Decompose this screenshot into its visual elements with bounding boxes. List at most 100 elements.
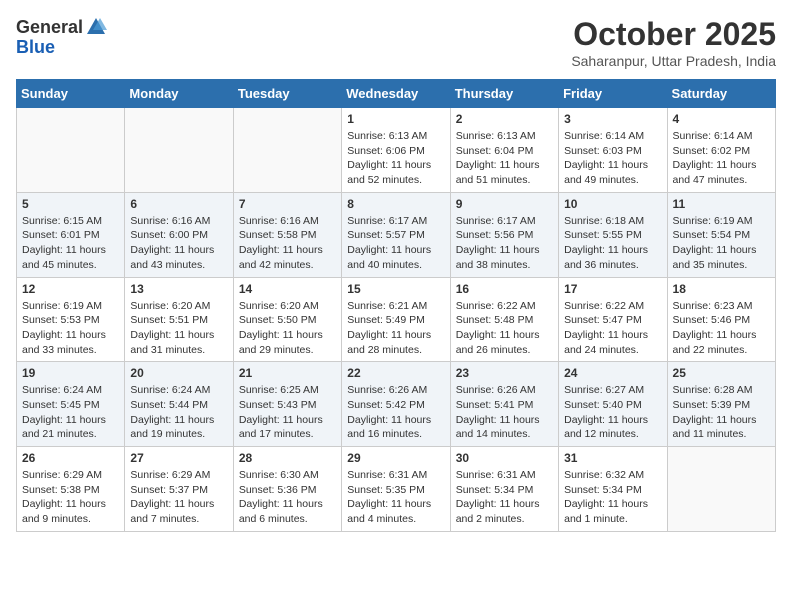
day-number: 14 bbox=[239, 282, 336, 296]
logo-text-blue: Blue bbox=[16, 37, 55, 57]
day-number: 23 bbox=[456, 366, 553, 380]
calendar-table: SundayMondayTuesdayWednesdayThursdayFrid… bbox=[16, 79, 776, 532]
day-info: Sunrise: 6:30 AMSunset: 5:36 PMDaylight:… bbox=[239, 468, 336, 527]
calendar-cell: 2 Sunrise: 6:13 AMSunset: 6:04 PMDaylight… bbox=[450, 108, 558, 193]
weekday-header-sunday: Sunday bbox=[17, 80, 125, 108]
calendar-cell bbox=[17, 108, 125, 193]
day-info: Sunrise: 6:27 AMSunset: 5:40 PMDaylight:… bbox=[564, 383, 661, 442]
calendar-cell: 9 Sunrise: 6:17 AMSunset: 5:56 PMDaylight… bbox=[450, 192, 558, 277]
weekday-header-saturday: Saturday bbox=[667, 80, 775, 108]
day-info: Sunrise: 6:18 AMSunset: 5:55 PMDaylight:… bbox=[564, 214, 661, 273]
weekday-header-row: SundayMondayTuesdayWednesdayThursdayFrid… bbox=[17, 80, 776, 108]
day-number: 21 bbox=[239, 366, 336, 380]
day-info: Sunrise: 6:16 AMSunset: 5:58 PMDaylight:… bbox=[239, 214, 336, 273]
calendar-week-row: 1 Sunrise: 6:13 AMSunset: 6:06 PMDaylight… bbox=[17, 108, 776, 193]
calendar-cell: 14 Sunrise: 6:20 AMSunset: 5:50 PMDayligh… bbox=[233, 277, 341, 362]
calendar-cell: 29Sunrise: 6:31 AMSunset: 5:35 PMDayligh… bbox=[342, 447, 450, 532]
day-number: 20 bbox=[130, 366, 227, 380]
day-number: 24 bbox=[564, 366, 661, 380]
calendar-cell: 31Sunrise: 6:32 AMSunset: 5:34 PMDayligh… bbox=[559, 447, 667, 532]
day-info: Sunrise: 6:17 AMSunset: 5:56 PMDaylight:… bbox=[456, 214, 553, 273]
month-title: October 2025 bbox=[571, 16, 776, 53]
calendar-cell: 18 Sunrise: 6:23 AMSunset: 5:46 PMDayligh… bbox=[667, 277, 775, 362]
day-number: 12 bbox=[22, 282, 119, 296]
location-subtitle: Saharanpur, Uttar Pradesh, India bbox=[571, 53, 776, 69]
calendar-cell bbox=[233, 108, 341, 193]
calendar-week-row: 19Sunrise: 6:24 AMSunset: 5:45 PMDayligh… bbox=[17, 362, 776, 447]
calendar-cell: 25 Sunrise: 6:28 AMSunset: 5:39 PMDayligh… bbox=[667, 362, 775, 447]
day-number: 13 bbox=[130, 282, 227, 296]
day-number: 7 bbox=[239, 197, 336, 211]
day-info: Sunrise: 6:21 AMSunset: 5:49 PMDaylight:… bbox=[347, 299, 444, 358]
day-number: 3 bbox=[564, 112, 661, 126]
calendar-cell: 28 Sunrise: 6:30 AMSunset: 5:36 PMDayligh… bbox=[233, 447, 341, 532]
day-info: Sunrise: 6:24 AMSunset: 5:44 PMDaylight:… bbox=[130, 383, 227, 442]
day-info: Sunrise: 6:22 AMSunset: 5:48 PMDaylight:… bbox=[456, 299, 553, 358]
calendar-cell: 30 Sunrise: 6:31 AMSunset: 5:34 PMDayligh… bbox=[450, 447, 558, 532]
day-info: Sunrise: 6:26 AMSunset: 5:41 PMDaylight:… bbox=[456, 383, 553, 442]
day-number: 31 bbox=[564, 451, 661, 465]
day-number: 2 bbox=[456, 112, 553, 126]
day-number: 30 bbox=[456, 451, 553, 465]
day-number: 29 bbox=[347, 451, 444, 465]
day-number: 8 bbox=[347, 197, 444, 211]
calendar-cell: 1 Sunrise: 6:13 AMSunset: 6:06 PMDaylight… bbox=[342, 108, 450, 193]
day-info: Sunrise: 6:17 AMSunset: 5:57 PMDaylight:… bbox=[347, 214, 444, 273]
weekday-header-monday: Monday bbox=[125, 80, 233, 108]
calendar-cell bbox=[125, 108, 233, 193]
day-info: Sunrise: 6:14 AMSunset: 6:03 PMDaylight:… bbox=[564, 129, 661, 188]
weekday-header-wednesday: Wednesday bbox=[342, 80, 450, 108]
calendar-cell: 27Sunrise: 6:29 AMSunset: 5:37 PMDayligh… bbox=[125, 447, 233, 532]
day-number: 22 bbox=[347, 366, 444, 380]
calendar-cell: 11Sunrise: 6:19 AMSunset: 5:54 PMDayligh… bbox=[667, 192, 775, 277]
weekday-header-thursday: Thursday bbox=[450, 80, 558, 108]
day-number: 25 bbox=[673, 366, 770, 380]
calendar-cell: 26 Sunrise: 6:29 AMSunset: 5:38 PMDayligh… bbox=[17, 447, 125, 532]
day-number: 28 bbox=[239, 451, 336, 465]
day-info: Sunrise: 6:29 AMSunset: 5:38 PMDaylight:… bbox=[22, 468, 119, 527]
calendar-cell: 12 Sunrise: 6:19 AMSunset: 5:53 PMDayligh… bbox=[17, 277, 125, 362]
day-info: Sunrise: 6:25 AMSunset: 5:43 PMDaylight:… bbox=[239, 383, 336, 442]
day-number: 16 bbox=[456, 282, 553, 296]
logo-text-general: General bbox=[16, 18, 83, 36]
calendar-cell: 22 Sunrise: 6:26 AMSunset: 5:42 PMDayligh… bbox=[342, 362, 450, 447]
day-info: Sunrise: 6:20 AMSunset: 5:51 PMDaylight:… bbox=[130, 299, 227, 358]
day-number: 1 bbox=[347, 112, 444, 126]
calendar-cell: 13 Sunrise: 6:20 AMSunset: 5:51 PMDayligh… bbox=[125, 277, 233, 362]
logo: General Blue bbox=[16, 16, 107, 58]
logo-icon bbox=[85, 16, 107, 38]
calendar-cell: 16 Sunrise: 6:22 AMSunset: 5:48 PMDayligh… bbox=[450, 277, 558, 362]
day-number: 9 bbox=[456, 197, 553, 211]
calendar-cell: 6Sunrise: 6:16 AMSunset: 6:00 PMDaylight… bbox=[125, 192, 233, 277]
day-info: Sunrise: 6:15 AMSunset: 6:01 PMDaylight:… bbox=[22, 214, 119, 273]
day-info: Sunrise: 6:31 AMSunset: 5:34 PMDaylight:… bbox=[456, 468, 553, 527]
day-number: 15 bbox=[347, 282, 444, 296]
title-section: October 2025 Saharanpur, Uttar Pradesh, … bbox=[571, 16, 776, 69]
day-info: Sunrise: 6:22 AMSunset: 5:47 PMDaylight:… bbox=[564, 299, 661, 358]
day-number: 10 bbox=[564, 197, 661, 211]
day-info: Sunrise: 6:26 AMSunset: 5:42 PMDaylight:… bbox=[347, 383, 444, 442]
day-info: Sunrise: 6:20 AMSunset: 5:50 PMDaylight:… bbox=[239, 299, 336, 358]
calendar-week-row: 5Sunrise: 6:15 AMSunset: 6:01 PMDaylight… bbox=[17, 192, 776, 277]
calendar-cell: 24 Sunrise: 6:27 AMSunset: 5:40 PMDayligh… bbox=[559, 362, 667, 447]
day-info: Sunrise: 6:13 AMSunset: 6:06 PMDaylight:… bbox=[347, 129, 444, 188]
day-info: Sunrise: 6:28 AMSunset: 5:39 PMDaylight:… bbox=[673, 383, 770, 442]
calendar-cell: 3 Sunrise: 6:14 AMSunset: 6:03 PMDaylight… bbox=[559, 108, 667, 193]
day-number: 19 bbox=[22, 366, 119, 380]
calendar-cell: 4Sunrise: 6:14 AMSunset: 6:02 PMDaylight… bbox=[667, 108, 775, 193]
calendar-cell: 23 Sunrise: 6:26 AMSunset: 5:41 PMDayligh… bbox=[450, 362, 558, 447]
day-info: Sunrise: 6:16 AMSunset: 6:00 PMDaylight:… bbox=[130, 214, 227, 273]
calendar-cell: 7 Sunrise: 6:16 AMSunset: 5:58 PMDaylight… bbox=[233, 192, 341, 277]
page-header: General Blue October 2025 Saharanpur, Ut… bbox=[16, 16, 776, 69]
day-info: Sunrise: 6:29 AMSunset: 5:37 PMDaylight:… bbox=[130, 468, 227, 527]
calendar-week-row: 26 Sunrise: 6:29 AMSunset: 5:38 PMDayligh… bbox=[17, 447, 776, 532]
day-info: Sunrise: 6:19 AMSunset: 5:53 PMDaylight:… bbox=[22, 299, 119, 358]
day-info: Sunrise: 6:13 AMSunset: 6:04 PMDaylight:… bbox=[456, 129, 553, 188]
day-number: 26 bbox=[22, 451, 119, 465]
day-number: 17 bbox=[564, 282, 661, 296]
day-info: Sunrise: 6:23 AMSunset: 5:46 PMDaylight:… bbox=[673, 299, 770, 358]
calendar-cell: 17 Sunrise: 6:22 AMSunset: 5:47 PMDayligh… bbox=[559, 277, 667, 362]
day-number: 18 bbox=[673, 282, 770, 296]
calendar-cell: 20 Sunrise: 6:24 AMSunset: 5:44 PMDayligh… bbox=[125, 362, 233, 447]
day-info: Sunrise: 6:19 AMSunset: 5:54 PMDaylight:… bbox=[673, 214, 770, 273]
